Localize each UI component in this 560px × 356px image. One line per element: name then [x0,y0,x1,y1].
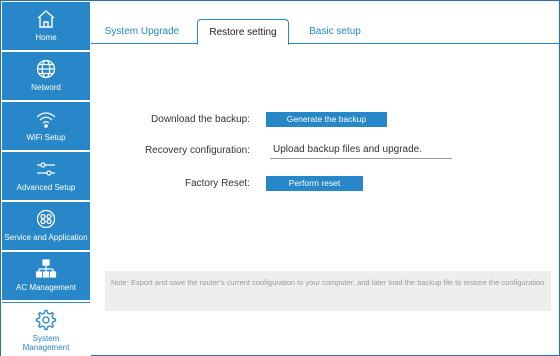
sidebar-item-network[interactable]: Netword [2,52,90,101]
factory-reset-label: Factory Reset: [184,178,250,189]
sidebar-item-label: WiFi Setup [26,133,66,142]
generate-backup-button[interactable]: Generate the backup [266,112,387,127]
sidebar-item-label: Netword [31,83,61,92]
tab-basic-setup[interactable]: Basic setup [301,19,369,44]
sidebar-item-ac-management[interactable]: AC Management [2,252,90,301]
upload-backup-field[interactable]: Upload backup files and upgrade. [270,143,452,159]
sidebar-item-label: System Management [22,334,70,352]
note-box: Note: Export and save the router's curre… [105,271,551,311]
service-icon [34,207,58,231]
sidebar-item-system-management[interactable]: System Management [2,302,90,356]
recovery-configuration-label: Recovery configuration: [144,145,250,156]
sidebar-item-label: Advanced Setup [16,183,76,192]
gear-icon [34,308,58,332]
perform-reset-button[interactable]: Perform reset [266,176,363,191]
sidebar-item-label: Service and Application [4,233,88,242]
sidebar-item-service[interactable]: Service and Application [2,202,90,251]
tab-restore-setting[interactable]: Restore setting [197,19,289,45]
network-tree-icon [34,257,58,281]
sidebar-item-label: AC Management [15,283,77,292]
sidebar-item-label: Home [35,33,57,42]
main-panel: System Upgrade Restore setting Basic set… [91,1,560,356]
wifi-icon [34,107,58,131]
tab-system-upgrade[interactable]: System Upgrade [103,19,181,44]
download-backup-label: Download the backup: [151,114,250,125]
sidebar-item-wifi[interactable]: WiFi Setup [2,102,90,151]
tab-bar: System Upgrade Restore setting Basic set… [91,19,560,45]
sliders-icon [34,157,58,181]
sidebar-item-advanced[interactable]: Advanced Setup [2,152,90,201]
sidebar: Home Netword WiFi Setup Advanced Setup S… [1,1,91,356]
globe-icon [34,57,58,81]
sidebar-item-home[interactable]: Home [2,2,90,51]
app-frame: Home Netword WiFi Setup Advanced Setup S… [0,0,560,356]
home-icon [34,7,58,31]
